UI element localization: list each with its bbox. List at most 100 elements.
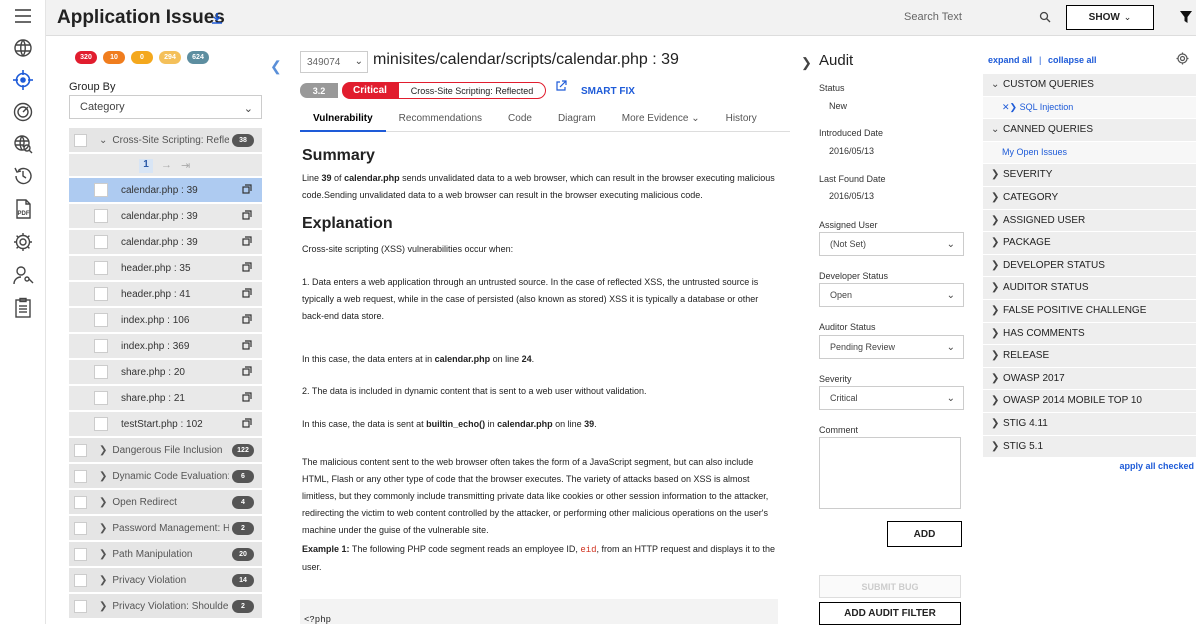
issue-file-row[interactable]: share.php : 20 (69, 360, 262, 386)
row-checkbox[interactable] (94, 261, 108, 275)
row-checkbox[interactable] (94, 339, 108, 353)
issue-file-row[interactable]: header.php : 35 (69, 256, 262, 282)
filter-row[interactable]: ❯ ASSIGNED USER (983, 209, 1196, 233)
row-checkbox[interactable] (94, 287, 108, 301)
issue-file-row[interactable]: index.php : 369 (69, 334, 262, 360)
issue-group[interactable]: ❯ Dangerous File Inclusion 122 (69, 438, 262, 464)
collapse-all-link[interactable]: collapse all (1048, 55, 1097, 65)
filter-row[interactable]: ❯ OWASP 2014 MOBILE TOP 10 (983, 390, 1196, 413)
severity-count-badge[interactable]: 624 (187, 51, 209, 64)
filter-row[interactable]: ❯ RELEASE (983, 345, 1196, 368)
globe-icon[interactable] (11, 36, 35, 60)
smart-fix-link[interactable]: SMART FIX (581, 86, 635, 97)
filter-row[interactable]: ❯ AUDITOR STATUS (983, 277, 1196, 300)
issue-file-row[interactable]: calendar.php : 39 (69, 204, 262, 230)
row-checkbox[interactable] (94, 209, 108, 223)
filter-row[interactable]: ⌄ CANNED QUERIES (983, 119, 1196, 142)
filter-row[interactable]: ⌄ CUSTOM QUERIES (983, 74, 1196, 97)
chevron-right-icon[interactable]: ❯ (801, 55, 812, 71)
tab-more-evidence[interactable]: More Evidence ⌄ (609, 108, 713, 132)
row-checkbox[interactable] (94, 183, 108, 197)
copy-icon[interactable] (242, 184, 252, 194)
filter-row[interactable]: ❯ SEVERITY (983, 164, 1196, 187)
issue-file-row[interactable]: index.php : 106 (69, 308, 262, 334)
filter-row[interactable]: ❯ STIG 5.1 (983, 435, 1196, 459)
filter-row[interactable]: ❯ OWASP 2017 (983, 367, 1196, 391)
group-checkbox[interactable] (74, 470, 87, 483)
page-number[interactable]: 1 (139, 159, 153, 173)
copy-icon[interactable] (242, 288, 252, 298)
crosshair-icon[interactable] (11, 68, 35, 92)
issue-group[interactable]: ❯ Open Redirect 4 (69, 490, 262, 516)
row-checkbox[interactable] (94, 365, 108, 379)
next-page-icon[interactable]: → (161, 159, 172, 171)
filter-row[interactable]: ❯ PACKAGE (983, 232, 1196, 255)
group-checkbox[interactable] (74, 522, 87, 535)
issue-group[interactable]: ❯ Privacy Violation: Shoulder... 2 (69, 594, 262, 620)
expand-all-link[interactable]: expand all (988, 55, 1032, 65)
globe-search-icon[interactable] (11, 132, 35, 156)
row-checkbox[interactable] (94, 235, 108, 249)
severity-select[interactable]: Critical ⌄ (819, 386, 964, 410)
gauge-icon[interactable] (11, 100, 35, 124)
copy-icon[interactable] (242, 392, 252, 402)
comment-textarea[interactable] (819, 437, 961, 509)
submit-bug-button[interactable]: SUBMIT BUG (819, 575, 961, 598)
filter-row[interactable]: ✕❯ SQL Injection (983, 96, 1196, 120)
tab-history[interactable]: History (713, 108, 770, 132)
issue-file-row[interactable]: calendar.php : 39 (69, 230, 262, 256)
group-by-select[interactable]: Category ⌄ (69, 95, 262, 119)
row-checkbox[interactable] (94, 417, 108, 431)
group-checkbox[interactable] (74, 548, 87, 561)
filter-row[interactable]: My Open Issues (983, 141, 1196, 165)
issue-group-expanded[interactable]: ⌄ Cross-Site Scripting: Reflec... 38 (69, 128, 262, 154)
copy-icon[interactable] (242, 340, 252, 350)
user-key-icon[interactable] (11, 263, 35, 287)
group-checkbox[interactable] (74, 134, 87, 147)
issue-file-row[interactable]: header.php : 41 (69, 282, 262, 308)
last-page-icon[interactable]: ⇥ (181, 159, 190, 172)
filter-row[interactable]: ❯ FALSE POSITIVE CHALLENGE (983, 299, 1196, 323)
row-checkbox[interactable] (94, 313, 108, 327)
copy-icon[interactable] (242, 366, 252, 376)
tab-code[interactable]: Code (495, 108, 545, 132)
copy-icon[interactable] (242, 236, 252, 246)
assigned-user-select[interactable]: (Not Set) ⌄ (819, 232, 964, 256)
issue-group[interactable]: ❯ Dynamic Code Evaluation: ... 6 (69, 464, 262, 490)
copy-icon[interactable] (242, 418, 252, 428)
issue-file-row[interactable]: testStart.php : 102 (69, 412, 262, 438)
search-input[interactable]: Search Text (896, 6, 1036, 28)
collapse-panel-icon[interactable]: ❮ (270, 58, 282, 75)
developer-status-select[interactable]: Open ⌄ (819, 283, 964, 307)
group-checkbox[interactable] (74, 600, 87, 613)
group-checkbox[interactable] (74, 496, 87, 509)
add-audit-filter-button[interactable]: ADD AUDIT FILTER (819, 602, 961, 625)
filter-icon[interactable] (1179, 9, 1193, 25)
tab-vulnerability[interactable]: Vulnerability (300, 108, 386, 132)
copy-icon[interactable] (242, 262, 252, 272)
group-checkbox[interactable] (74, 444, 87, 457)
severity-count-badge[interactable]: 294 (159, 51, 181, 64)
issue-file-row[interactable]: share.php : 21 (69, 386, 262, 412)
gear-icon[interactable] (1176, 52, 1189, 65)
history-icon[interactable] (11, 164, 35, 188)
severity-count-badge[interactable]: 0 (131, 51, 153, 64)
copy-icon[interactable] (242, 210, 252, 220)
show-button[interactable]: SHOW ⌄ (1066, 5, 1154, 30)
auditor-status-select[interactable]: Pending Review ⌄ (819, 335, 964, 359)
issue-id-select[interactable]: 349074 ⌄ (300, 51, 368, 73)
tab-diagram[interactable]: Diagram (545, 108, 609, 132)
download-icon[interactable] (211, 11, 223, 25)
clipboard-icon[interactable] (11, 296, 35, 320)
settings-icon[interactable] (11, 230, 35, 254)
filter-row[interactable]: ❯ CATEGORY (983, 186, 1196, 210)
filter-row[interactable]: ❯ HAS COMMENTS (983, 322, 1196, 346)
issue-group[interactable]: ❯ Path Manipulation 20 (69, 542, 262, 568)
issue-file-row[interactable]: calendar.php : 39 (69, 178, 262, 204)
severity-count-badge[interactable]: 320 (75, 51, 97, 64)
filter-row[interactable]: ❯ DEVELOPER STATUS (983, 254, 1196, 278)
row-checkbox[interactable] (94, 391, 108, 405)
group-checkbox[interactable] (74, 574, 87, 587)
add-comment-button[interactable]: ADD (887, 521, 962, 547)
issue-group[interactable]: ❯ Privacy Violation 14 (69, 568, 262, 594)
